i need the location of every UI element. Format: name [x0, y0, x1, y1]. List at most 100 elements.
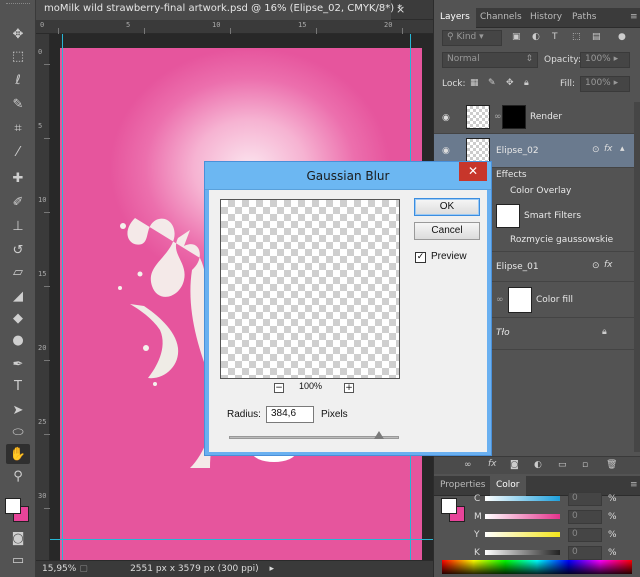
yellow-slider[interactable]	[485, 532, 560, 537]
radius-slider-thumb[interactable]	[374, 431, 384, 439]
preview-checkbox[interactable]: ✓	[415, 252, 426, 263]
guide-line[interactable]	[62, 34, 63, 560]
opacity-input[interactable]: 100% ▸	[580, 52, 630, 68]
layer-name: Elipse_02	[496, 146, 539, 156]
quick-mask-icon[interactable]: ◙	[6, 528, 30, 548]
ruler-label: 0	[38, 48, 43, 56]
brush-tool-icon[interactable]: ✐	[6, 192, 30, 212]
preview-label: Preview	[431, 251, 467, 262]
magenta-slider[interactable]	[485, 514, 560, 519]
filter-type-icon[interactable]: T	[552, 32, 558, 42]
magenta-value-input[interactable]: 0	[568, 510, 602, 524]
radius-unit-label: Pixels	[321, 409, 348, 420]
layer-row-render[interactable]: ◉ ∞ Render	[434, 102, 634, 134]
foreground-color-swatch[interactable]	[5, 498, 21, 514]
new-layer-icon[interactable]: ▫	[582, 460, 588, 470]
color-spectrum-ramp[interactable]	[442, 560, 632, 574]
blur-preview-area[interactable]	[220, 199, 400, 379]
filter-pixel-icon[interactable]: ▣	[512, 32, 521, 42]
fill-input[interactable]: 100% ▸	[580, 76, 630, 92]
visibility-eye-icon[interactable]: ◉	[442, 146, 450, 156]
zoom-tool-icon[interactable]: ⚲	[6, 466, 30, 486]
screen-mode-icon[interactable]: ▭	[6, 550, 30, 570]
tab-paths[interactable]: Paths	[566, 8, 602, 28]
document-tab[interactable]: moMilk wild strawberry-final artwork.psd…	[36, 0, 402, 20]
add-style-icon[interactable]: fx	[488, 459, 497, 469]
pen-tool-icon[interactable]: ✒	[6, 354, 30, 374]
tab-layers[interactable]: Layers	[434, 8, 476, 28]
lasso-tool-icon[interactable]: ℓ	[6, 70, 30, 90]
link-icon: ∞	[496, 295, 504, 305]
lock-transparency-icon[interactable]: ▦	[470, 78, 479, 88]
tab-channels[interactable]: Channels	[474, 8, 528, 28]
ruler-label: 25	[38, 418, 47, 426]
lock-all-icon[interactable]: 🔒︎	[524, 78, 529, 88]
zoom-in-button[interactable]: +	[344, 383, 354, 393]
cyan-slider[interactable]	[485, 496, 560, 501]
blur-tool-icon[interactable]: ◆	[6, 308, 30, 328]
black-value-input[interactable]: 0	[568, 546, 602, 560]
channel-label: C	[474, 494, 481, 504]
paint-bucket-tool-icon[interactable]: ◢	[6, 286, 30, 306]
filter-toggle-icon[interactable]: ●	[618, 32, 626, 42]
guide-line[interactable]	[50, 539, 433, 540]
dialog-title[interactable]: Gaussian Blur	[205, 162, 491, 190]
radius-input[interactable]: 384,6	[266, 406, 314, 423]
shape-tool-icon[interactable]: ⬭	[6, 422, 30, 442]
fx-icon[interactable]: fx	[604, 260, 613, 270]
collapse-arrow-icon[interactable]: ▴	[620, 144, 625, 154]
close-dialog-button[interactable]: ✕	[459, 162, 487, 181]
status-menu-icon[interactable]: ▸	[269, 564, 274, 574]
dodge-tool-icon[interactable]: ●	[6, 330, 30, 350]
layer-name: Tło	[496, 328, 510, 338]
healing-brush-tool-icon[interactable]: ✚	[6, 168, 30, 188]
percent-label: %	[608, 494, 617, 504]
layer-mask-thumbnail[interactable]	[502, 105, 526, 129]
toolbar-grip[interactable]	[6, 3, 30, 11]
panel-menu-icon[interactable]: ≡	[624, 8, 640, 28]
filter-shape-icon[interactable]: ⬚	[572, 32, 581, 42]
filter-kind-select[interactable]: ⚲ Kind ▾	[442, 30, 502, 46]
eyedropper-tool-icon[interactable]: ⁄	[6, 142, 30, 162]
close-document-icon[interactable]: ×	[396, 3, 405, 16]
hand-tool-icon[interactable]: ✋	[6, 444, 30, 464]
fx-icon[interactable]: fx	[604, 144, 613, 154]
ruler-label: 15	[38, 270, 47, 278]
path-select-tool-icon[interactable]: ➤	[6, 400, 30, 420]
channel-label: M	[474, 512, 482, 522]
history-brush-tool-icon[interactable]: ↺	[6, 240, 30, 260]
add-mask-icon[interactable]: ◙	[510, 460, 519, 470]
zoom-out-button[interactable]: −	[274, 383, 284, 393]
cyan-value-input[interactable]: 0	[568, 492, 602, 506]
crop-tool-icon[interactable]: ⌗	[6, 118, 30, 138]
cancel-button[interactable]: Cancel	[414, 222, 480, 240]
zoom-level[interactable]: 15,95%	[42, 564, 76, 574]
move-tool-icon[interactable]: ✥	[6, 24, 30, 44]
tab-history[interactable]: History	[524, 8, 568, 28]
visibility-eye-icon[interactable]: ◉	[442, 113, 450, 123]
blend-mode-select[interactable]: Normal ⇕	[442, 52, 538, 68]
link-layers-icon[interactable]: ∞	[464, 460, 472, 470]
horizontal-ruler: 0 5 10 15 20	[36, 20, 433, 34]
filter-adjustment-icon[interactable]: ◐	[532, 32, 540, 42]
filter-mask-thumbnail[interactable]	[496, 204, 520, 228]
percent-label: %	[608, 530, 617, 540]
delete-layer-icon[interactable]: 🗑︎	[606, 460, 617, 470]
black-slider[interactable]	[485, 550, 560, 555]
new-adjustment-icon[interactable]: ◐	[534, 460, 542, 470]
type-tool-icon[interactable]: T	[6, 376, 30, 396]
eraser-tool-icon[interactable]: ▱	[6, 262, 30, 282]
layer-mask-thumbnail[interactable]	[508, 287, 532, 313]
quick-select-tool-icon[interactable]: ✎	[6, 94, 30, 114]
status-icon[interactable]: ▢	[79, 564, 88, 574]
color-panel-foreground-swatch[interactable]	[441, 498, 457, 514]
filter-smart-object-icon[interactable]: ▤	[592, 32, 601, 42]
new-group-icon[interactable]: ▭	[558, 460, 567, 470]
lock-pixels-icon[interactable]: ✎	[488, 78, 496, 88]
lock-position-icon[interactable]: ✥	[506, 78, 514, 88]
clone-stamp-tool-icon[interactable]: ⊥	[6, 216, 30, 236]
layers-scrollbar[interactable]	[634, 102, 640, 452]
marquee-tool-icon[interactable]: ⬚	[6, 46, 30, 66]
yellow-value-input[interactable]: 0	[568, 528, 602, 542]
ok-button[interactable]: OK	[414, 198, 480, 216]
